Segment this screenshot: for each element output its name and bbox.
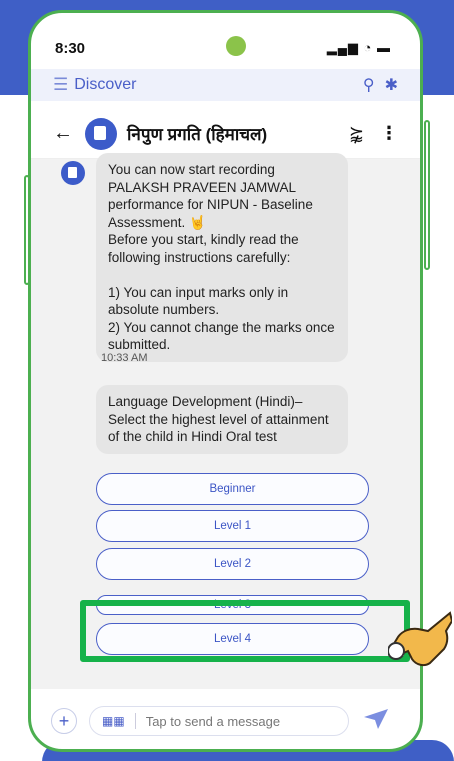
more-vert-icon[interactable]: ⋮ xyxy=(380,123,398,144)
search-icon[interactable]: ⚲ xyxy=(363,75,375,95)
message-bubble: Language Development (Hindi)– Select the… xyxy=(96,385,348,454)
status-time: 8:30 xyxy=(55,39,86,57)
message-input-bar: + ▦▦ Tap to send a message xyxy=(31,701,420,741)
status-icons: ▂▄▆ ◔ ▬ xyxy=(326,40,391,55)
discover-bar: ☰ Discover ⚲ ✱ xyxy=(31,69,420,101)
camera-dot xyxy=(226,36,246,56)
add-attachment-button[interactable]: + xyxy=(51,708,77,734)
highlight-box xyxy=(80,600,410,662)
option-button-level-2[interactable]: Level 2 xyxy=(96,548,369,580)
bell-icon[interactable]: ✱ xyxy=(385,75,398,95)
message-bubble: You can now start recording PALAKSH PRAV… xyxy=(96,153,348,362)
chat-title: निपुण प्रगति (हिमाचल) xyxy=(127,125,268,144)
grid-icon[interactable]: ▦▦ xyxy=(102,714,125,728)
bot-avatar xyxy=(85,117,117,150)
pointing-hand-icon xyxy=(388,611,452,667)
share-icon[interactable]: ⪺ xyxy=(349,123,364,144)
send-icon[interactable] xyxy=(363,708,389,735)
input-divider xyxy=(134,713,136,729)
option-button-level-1[interactable]: Level 1 xyxy=(96,510,369,542)
message-input-placeholder: Tap to send a message xyxy=(145,713,281,729)
message-text: Language Development (Hindi)– Select the… xyxy=(108,394,329,444)
message-text: You can now start recording PALAKSH PRAV… xyxy=(108,162,335,352)
discover-title: Discover xyxy=(74,76,137,93)
chat-header: ← निपुण प्रगति (हिमाचल) ⪺ ⋮ xyxy=(31,109,420,159)
status-bar: 8:30 ▂▄▆ ◔ ▬ xyxy=(43,33,403,63)
back-arrow-icon[interactable]: ← xyxy=(53,122,73,145)
hamburger-icon[interactable]: ☰ xyxy=(53,75,68,95)
bot-avatar-small xyxy=(61,161,85,185)
phone-side-button-right xyxy=(424,120,430,270)
message-time: 10:33 AM xyxy=(101,352,148,364)
message-input[interactable]: ▦▦ Tap to send a message xyxy=(89,706,349,736)
option-button-beginner[interactable]: Beginner xyxy=(96,473,369,505)
